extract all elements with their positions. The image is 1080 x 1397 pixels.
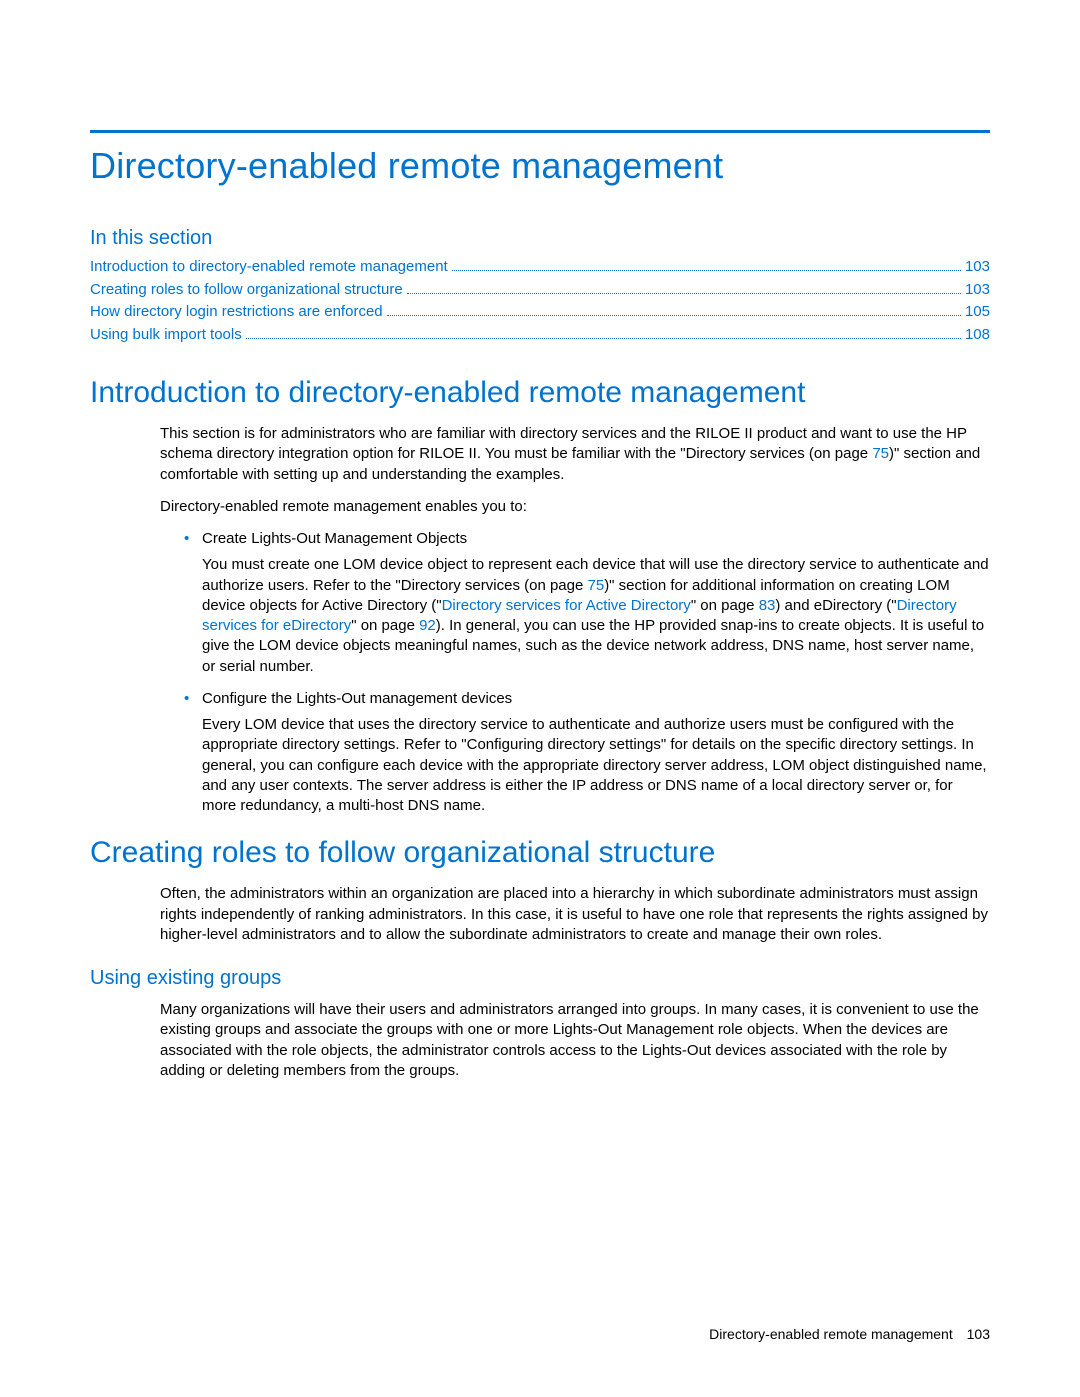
text: ) and eDirectory (": [775, 597, 896, 614]
page-ref-link[interactable]: 83: [759, 597, 776, 614]
toc-leader: [452, 258, 961, 271]
footer-page-number: 103: [967, 1326, 990, 1342]
roles-body: Often, the administrators within an orga…: [160, 884, 990, 945]
paragraph: Often, the administrators within an orga…: [160, 884, 990, 945]
toc-leader: [407, 281, 961, 294]
toc-label: Introduction to directory-enabled remote…: [90, 256, 448, 279]
paragraph: Many organizations will have their users…: [160, 1000, 990, 1081]
section-heading-intro: Introduction to directory-enabled remote…: [90, 376, 990, 410]
toc-label: Using bulk import tools: [90, 324, 242, 347]
page-ref-link[interactable]: 75: [872, 445, 889, 462]
toc-label: Creating roles to follow organizational …: [90, 279, 403, 302]
toc: Introduction to directory-enabled remote…: [90, 256, 990, 346]
bullet-list: Create Lights-Out Management Objects You…: [160, 529, 990, 816]
cross-ref-link[interactable]: Directory services for Active Directory: [442, 597, 691, 614]
text: This section is for administrators who a…: [160, 425, 967, 462]
toc-page: 108: [965, 324, 990, 347]
toc-leader: [387, 303, 961, 316]
toc-page: 103: [965, 256, 990, 279]
list-item-paragraph: Every LOM device that uses the directory…: [202, 715, 990, 816]
list-item: Create Lights-Out Management Objects You…: [184, 529, 990, 677]
footer-text: Directory-enabled remote management: [709, 1326, 953, 1342]
list-item-title: Configure the Lights-Out management devi…: [202, 689, 990, 709]
page: Directory-enabled remote management In t…: [0, 0, 1080, 1397]
text: " on page: [691, 597, 759, 614]
page-ref-link[interactable]: 92: [419, 617, 436, 634]
toc-row[interactable]: Creating roles to follow organizational …: [90, 279, 990, 302]
toc-leader: [246, 326, 961, 339]
toc-row[interactable]: Using bulk import tools 108: [90, 324, 990, 347]
text: " on page: [351, 617, 419, 634]
page-title: Directory-enabled remote management: [90, 145, 990, 187]
existing-groups-body: Many organizations will have their users…: [160, 1000, 990, 1081]
top-rule: [90, 130, 990, 133]
list-item-title: Create Lights-Out Management Objects: [202, 529, 990, 549]
page-footer: Directory-enabled remote management 103: [709, 1326, 990, 1342]
intro-body: This section is for administrators who a…: [160, 424, 990, 816]
toc-row[interactable]: Introduction to directory-enabled remote…: [90, 256, 990, 279]
toc-row[interactable]: How directory login restrictions are enf…: [90, 301, 990, 324]
toc-page: 103: [965, 279, 990, 302]
toc-page: 105: [965, 301, 990, 324]
toc-label: How directory login restrictions are enf…: [90, 301, 383, 324]
list-item-paragraph: You must create one LOM device object to…: [202, 555, 990, 677]
in-this-section-heading: In this section: [90, 227, 990, 250]
paragraph: Directory-enabled remote management enab…: [160, 497, 990, 517]
page-ref-link[interactable]: 75: [588, 577, 605, 594]
paragraph: This section is for administrators who a…: [160, 424, 990, 485]
section-heading-roles: Creating roles to follow organizational …: [90, 836, 990, 870]
list-item: Configure the Lights-Out management devi…: [184, 689, 990, 817]
subsection-heading-existing-groups: Using existing groups: [90, 967, 990, 990]
